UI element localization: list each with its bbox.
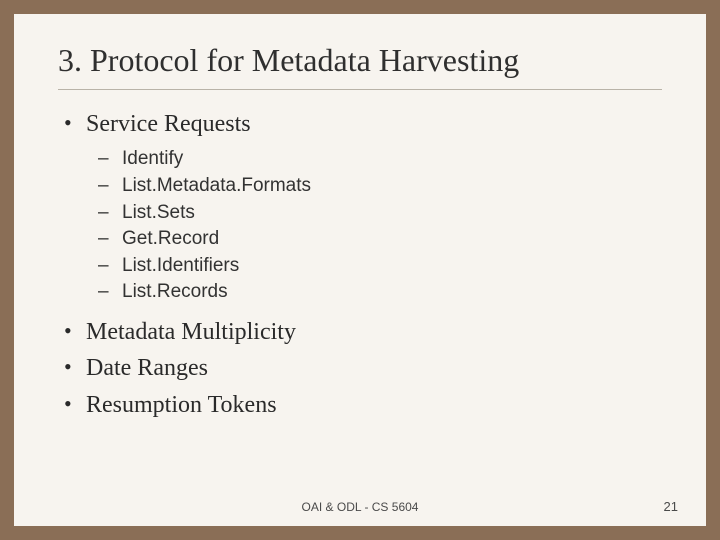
page-number: 21 [664,499,678,514]
slide-frame: 3. Protocol for Metadata Harvesting Serv… [0,0,720,540]
slide-body: 3. Protocol for Metadata Harvesting Serv… [14,14,706,526]
bullet-item: Resumption Tokens [86,389,662,421]
sub-bullet-list: Identify List.Metadata.Formats List.Sets… [86,146,662,306]
sub-bullet-item: Identify [122,146,662,173]
sub-bullet-item: Get.Record [122,226,662,253]
bullet-text: Service Requests [86,111,251,137]
slide-title: 3. Protocol for Metadata Harvesting [58,42,662,79]
sub-bullet-item: List.Identifiers [122,253,662,280]
bullet-list: Service Requests Identify List.Metadata.… [58,108,662,421]
bullet-item: Service Requests Identify List.Metadata.… [86,108,662,306]
bullet-item: Metadata Multiplicity [86,316,662,348]
bullet-item: Date Ranges [86,352,662,384]
sub-bullet-item: List.Metadata.Formats [122,173,662,200]
sub-bullet-item: List.Sets [122,200,662,227]
title-divider [58,89,662,90]
sub-bullet-item: List.Records [122,279,662,306]
footer-text: OAI & ODL - CS 5604 [14,500,706,514]
